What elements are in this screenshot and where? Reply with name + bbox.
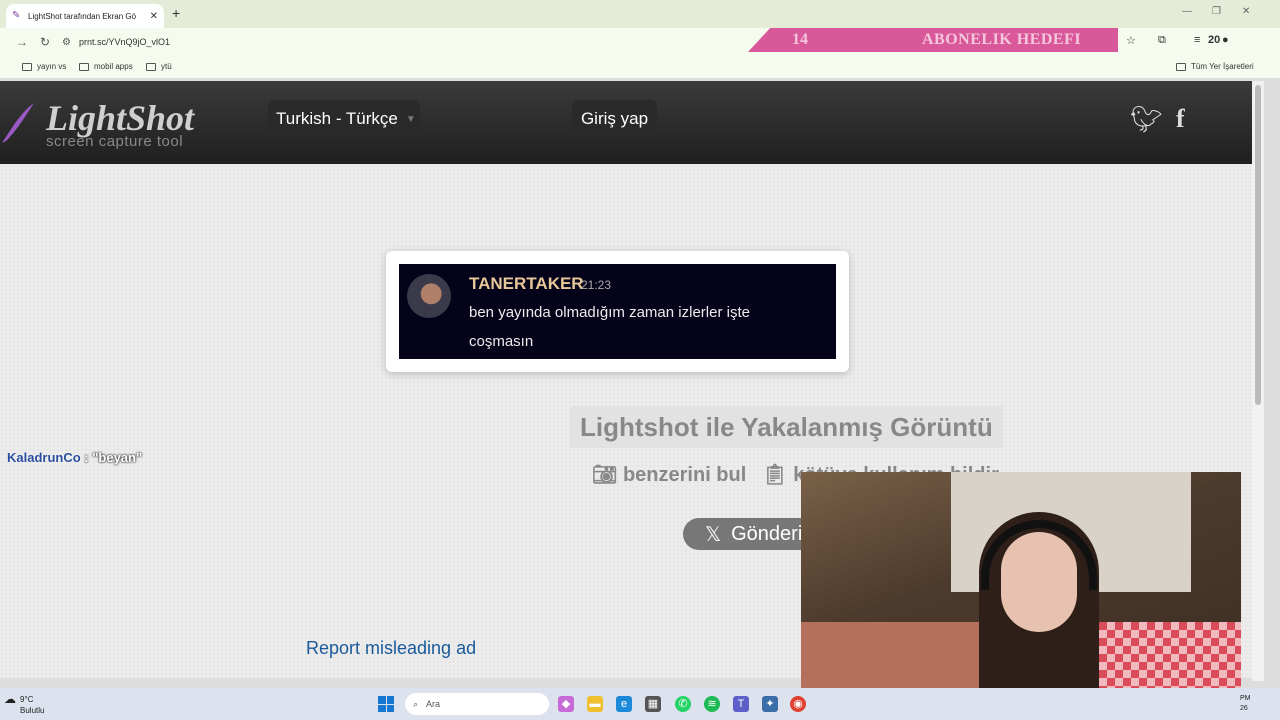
- cloud-icon: ☁: [4, 692, 16, 706]
- folder-icon: [22, 62, 32, 71]
- new-tab-button[interactable]: +: [172, 5, 180, 21]
- find-similar-link[interactable]: 📷︎ benzerini bul: [592, 462, 746, 487]
- system-clock[interactable]: PM 26: [1240, 694, 1251, 714]
- twitter-icon[interactable]: 🐦︎: [1130, 104, 1163, 135]
- feather-icon: [2, 103, 34, 143]
- facebook-icon[interactable]: f: [1176, 104, 1185, 134]
- share-label: Gönderi: [731, 522, 803, 545]
- chrome-icon[interactable]: ◉: [790, 696, 806, 712]
- copilot-icon[interactable]: ◆: [558, 696, 574, 712]
- webcam-feed: [801, 472, 1241, 720]
- scrollbar-thumb[interactable]: [1255, 85, 1261, 405]
- spotify-icon[interactable]: ≋: [704, 696, 720, 712]
- weather-widget[interactable]: ☁ 9°C Bulutlu: [4, 692, 45, 716]
- scrollbar[interactable]: [1252, 81, 1264, 681]
- browser-tab-bar: ✎ LightShot tarafından Ekran Gö ✕ + — ❐ …: [0, 0, 1280, 28]
- subscriber-count: 14: [792, 31, 808, 48]
- site-settings-icon[interactable]: ⚙: [62, 37, 71, 48]
- logo-subtitle: screen capture tool: [46, 133, 184, 150]
- browser-tab[interactable]: ✎ LightShot tarafından Ekran Gö ✕: [6, 4, 164, 28]
- search-icon: ⌕: [413, 698, 419, 709]
- profile-avatar[interactable]: ●: [1222, 34, 1229, 46]
- stream-chat-overlay: KaladrunCo : "beyan": [7, 450, 142, 465]
- folder-icon: [146, 62, 156, 71]
- camera-icon: 📷︎: [592, 464, 623, 486]
- chat-username: TANERTAKER: [469, 274, 584, 293]
- app-icon[interactable]: ✦: [762, 696, 778, 712]
- chat-timestamp: 21:23: [581, 278, 612, 292]
- temperature: 9°C: [20, 695, 34, 704]
- find-similar-label: benzerini bul: [622, 464, 747, 486]
- language-select[interactable]: Turkish - Türkçe ▼: [268, 100, 420, 138]
- all-bookmarks[interactable]: Tüm Yer İşaretleri: [1176, 62, 1254, 71]
- page-title: Lightshot ile Yakalanmış Görüntü: [570, 406, 1003, 448]
- lightshot-feather-icon: ✎: [12, 10, 21, 21]
- subscriber-goal-overlay: 14 ABONELIK HEDEFI: [748, 28, 1118, 52]
- bookmark-folder[interactable]: ytü: [146, 62, 172, 71]
- screenshot-frame: TANERTAKER 21:23 ben yayında olmadığım z…: [386, 251, 849, 372]
- reload-icon[interactable]: ↻: [40, 35, 50, 49]
- avatar: [407, 274, 451, 318]
- login-button[interactable]: Giriş yap: [572, 100, 657, 138]
- file-explorer-icon[interactable]: ▬: [587, 696, 603, 712]
- bookmark-folder[interactable]: yayın vs: [22, 62, 66, 71]
- tab-close-icon[interactable]: ✕: [150, 11, 158, 22]
- clock-date: 26: [1240, 705, 1248, 712]
- x-logo-icon: 𝕏: [705, 523, 722, 546]
- minimize-icon[interactable]: —: [1182, 6, 1192, 17]
- teams-icon[interactable]: T: [733, 696, 749, 712]
- bookmark-label: ytü: [161, 62, 172, 71]
- bookmark-label: mobil apps: [94, 62, 133, 71]
- tab-title: LightShot tarafından Ekran Gö: [28, 11, 137, 21]
- edge-icon[interactable]: e: [616, 696, 632, 712]
- forward-arrow-icon[interactable]: →: [16, 35, 28, 49]
- report-ad-link[interactable]: Report misleading ad: [306, 638, 476, 659]
- bookmark-label: yayın vs: [37, 62, 67, 71]
- clipboard-icon: 📋︎: [762, 464, 794, 486]
- captured-screenshot[interactable]: TANERTAKER 21:23 ben yayında olmadığım z…: [399, 264, 836, 359]
- clock-time: PM: [1240, 695, 1251, 702]
- folder-icon: [1176, 62, 1186, 71]
- taskbar-search[interactable]: ⌕ Ara: [405, 693, 549, 715]
- url-text: prnt.sc/YVnQ9jO_vlO1: [78, 37, 171, 47]
- chat-overlay-text: : "beyan": [84, 450, 143, 465]
- search-placeholder: Ara: [426, 699, 441, 709]
- windows-taskbar: ☁ 9°C Bulutlu ⌕ Ara ◆ ▬ e ▦ ✆ ≋ T ✦ ◉ PM…: [0, 688, 1280, 720]
- subscriber-goal-label: ABONELIK HEDEFI: [922, 31, 1082, 48]
- chat-message: ben yayında olmadığım zaman izlerler işt…: [469, 304, 750, 350]
- store-icon[interactable]: ▦: [645, 696, 661, 712]
- lightshot-logo[interactable]: LightShot screen capture tool: [0, 93, 220, 153]
- bookmark-star-icon[interactable]: ☆: [1126, 34, 1136, 47]
- whatsapp-icon[interactable]: ✆: [675, 696, 691, 712]
- address-bar[interactable]: ⚙ prnt.sc/YVnQ9jO_vlO1: [62, 32, 762, 52]
- maximize-icon[interactable]: ❐: [1212, 6, 1221, 17]
- all-bookmarks-label: Tüm Yer İşaretleri: [1191, 62, 1254, 71]
- bookmarks-bar: yayın vs mobil apps ytü Tüm Yer İşaretle…: [0, 56, 1280, 78]
- media-icon[interactable]: ≡: [1194, 34, 1200, 46]
- bookmark-folder[interactable]: mobil apps: [79, 62, 133, 71]
- chat-overlay-user: KaladrunCo: [7, 450, 81, 465]
- extensions-icon[interactable]: ⧉: [1158, 34, 1166, 47]
- folder-icon: [79, 62, 89, 71]
- language-label: Turkish - Türkçe: [276, 109, 398, 128]
- close-window-icon[interactable]: ✕: [1242, 6, 1250, 17]
- start-menu-icon[interactable]: [378, 696, 394, 712]
- weather-condition: Bulutlu: [20, 706, 45, 715]
- chevron-down-icon: ▼: [405, 113, 416, 125]
- subscriber-goal-number: 20: [1208, 34, 1221, 46]
